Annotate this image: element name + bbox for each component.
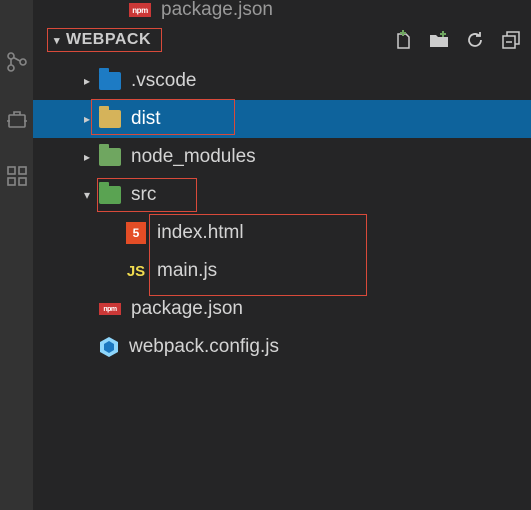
file-package-json[interactable]: npm package.json: [33, 290, 531, 328]
html-file-icon: 5: [125, 222, 147, 244]
section-title[interactable]: ▾ WEBPACK: [47, 28, 162, 52]
folder-label: dist: [131, 108, 161, 130]
new-folder-icon[interactable]: [429, 31, 449, 49]
refresh-icon[interactable]: [465, 30, 485, 50]
chevron-right-icon: ▸: [79, 112, 95, 126]
section-header[interactable]: ▾ WEBPACK: [33, 20, 531, 60]
file-label: webpack.config.js: [129, 336, 279, 358]
chevron-down-icon: ▾: [54, 34, 60, 47]
scm-icon[interactable]: [5, 50, 29, 79]
folder-label: .vscode: [131, 70, 196, 92]
npm-icon: npm: [129, 3, 151, 17]
folder-icon: [99, 108, 121, 130]
chevron-down-icon: ▾: [79, 188, 95, 202]
npm-icon: npm: [99, 298, 121, 320]
file-webpack-config[interactable]: webpack.config.js: [33, 328, 531, 366]
partial-row-above: npm package.json: [33, 0, 531, 20]
folder-dist[interactable]: ▸ dist: [33, 100, 531, 138]
extensions-icon[interactable]: [5, 164, 29, 193]
section-title-text: WEBPACK: [66, 31, 151, 49]
chevron-right-icon: ▸: [79, 74, 95, 88]
js-file-icon: JS: [125, 260, 147, 282]
file-label: main.js: [157, 260, 217, 282]
folder-icon: [99, 184, 121, 206]
section-actions: [393, 30, 521, 50]
file-tree: ▸ .vscode ▸ dist ▸ node_modules ▾ src 5 …: [33, 60, 531, 366]
folder-label: src: [131, 184, 156, 206]
activity-bar: [0, 0, 33, 510]
chevron-right-icon: ▸: [79, 150, 95, 164]
new-file-icon[interactable]: [393, 30, 413, 50]
file-main-js[interactable]: JS main.js: [33, 252, 531, 290]
collapse-all-icon[interactable]: [501, 31, 521, 49]
folder-icon: [99, 70, 121, 92]
debug-icon[interactable]: [5, 107, 29, 136]
webpack-icon: [99, 336, 119, 358]
file-index-html[interactable]: 5 index.html: [33, 214, 531, 252]
folder-vscode[interactable]: ▸ .vscode: [33, 62, 531, 100]
folder-src[interactable]: ▾ src: [33, 176, 531, 214]
nodejs-folder-icon: [99, 146, 121, 168]
folder-label: node_modules: [131, 146, 256, 168]
folder-node-modules[interactable]: ▸ node_modules: [33, 138, 531, 176]
file-label: package.json: [161, 0, 273, 21]
file-label: package.json: [131, 298, 243, 320]
explorer-sidebar: npm package.json ▾ WEBPACK ▸: [33, 0, 531, 510]
file-label: index.html: [157, 222, 244, 244]
